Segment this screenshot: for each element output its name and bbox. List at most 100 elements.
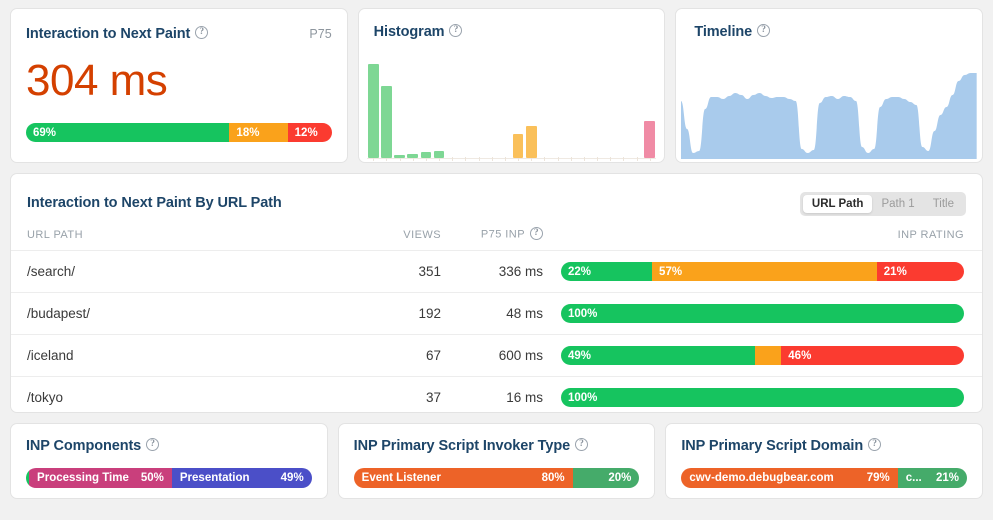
cell-p75-inp: 48 ms [441, 292, 561, 335]
histogram-tick [623, 157, 625, 161]
cell-url-path[interactable]: /iceland [11, 334, 311, 377]
table-row[interactable]: /iceland 67 600 ms 49% 46% [11, 334, 982, 377]
table-body: /search/351 336 ms 22% 57% 21%/budapest/192 4… [11, 250, 982, 413]
inp-rating-segment: 100% [561, 304, 964, 323]
inp-rating-segment: 49% [561, 346, 756, 365]
inp-rating-bar: 49% 46% [561, 346, 964, 365]
grouping-option-url-path[interactable]: URL Path [802, 194, 873, 213]
table-row[interactable]: /search/351 336 ms 22% 57% 21% [11, 250, 982, 293]
inp-rating-segment [755, 346, 782, 365]
histogram-bar [433, 151, 445, 158]
dashboard-page: Interaction to Next Paint P75 304 ms 69%… [0, 0, 993, 520]
cell-views: 192 [311, 292, 441, 335]
inp-domain-segment-label: cwv-demo.debugbear.com [689, 472, 834, 484]
cell-p75-inp: 16 ms [506, 390, 543, 405]
table-card-header: Interaction to Next Paint By URL Path UR… [11, 174, 982, 218]
inp-invoker-segment-label: Event Listener [361, 472, 441, 484]
percentile-label: P75 [309, 27, 332, 41]
inp-invoker-card: INP Primary Script Invoker Type Event Li… [337, 423, 656, 499]
histogram-tick [597, 157, 599, 161]
cell-inp-rating: 100% [561, 377, 982, 413]
inp-invoker-segment-percent: 20% [608, 472, 632, 484]
timeline-card: Timeline [675, 8, 984, 163]
histogram-bar [407, 154, 419, 158]
inp-rating-segment: 69% [26, 123, 230, 142]
inp-by-url-table-card: Interaction to Next Paint By URL Path UR… [10, 173, 983, 413]
histogram-tick [583, 157, 585, 161]
inp-domain-card: INP Primary Script Domain cwv-demo.debug… [665, 423, 984, 499]
histogram-bar [644, 120, 656, 158]
inp-rating-segment: 18% [229, 123, 288, 142]
table-title: Interaction to Next Paint By URL Path [27, 195, 282, 212]
inp-rating-segment: 100% [561, 388, 964, 407]
inp-components-bar: Processing Time 50% Presentation 49% [26, 468, 312, 488]
question-mark-icon[interactable] [195, 26, 209, 40]
histogram-card: Histogram [357, 8, 666, 163]
inp-domain-segment: c... 21% [897, 468, 968, 488]
histogram-bar [525, 125, 537, 158]
inp-invoker-bar: Event Listener 80% 20% [353, 468, 640, 488]
question-mark-icon[interactable] [530, 227, 543, 240]
table-row[interactable]: /budapest/192 48 ms 100% [11, 292, 982, 335]
inp-rating-bar: 22% 57% 21% [561, 262, 964, 281]
column-header-views[interactable]: VIEWS [311, 224, 441, 251]
grouping-toggle[interactable]: URL Path Path 1 Title [799, 191, 966, 216]
timeline-area-svg [681, 73, 978, 159]
inp-components-segment-label: Presentation [179, 472, 250, 484]
cell-inp-rating: 100% [561, 292, 982, 335]
histogram-chart [366, 57, 657, 162]
top-metrics-row: Interaction to Next Paint P75 304 ms 69%… [10, 8, 984, 163]
inp-invoker-title: INP Primary Script Invoker Type [353, 437, 571, 454]
timeline-area-path [681, 73, 978, 159]
grouping-option-title[interactable]: Title [924, 195, 963, 213]
inp-rating-segment: 21% [876, 262, 964, 281]
cell-url-path[interactable]: /search/ [11, 250, 311, 293]
cell-views: 351 [311, 250, 441, 293]
inp-components-segment-label: Processing Time [37, 472, 129, 484]
column-header-p75-inp-label: P75 INP [480, 228, 525, 241]
cell-views: 67 [311, 334, 441, 377]
inp-rating-segment: 46% [781, 346, 964, 365]
inp-domain-bar: cwv-demo.debugbear.com 79% c... 21% [681, 468, 968, 488]
histogram-tick [478, 157, 480, 161]
inp-rating-bar: 100% [561, 304, 964, 323]
bottom-metrics-row: INP Components Processing Time 50% Present… [10, 423, 984, 499]
inp-rating-segment: 12% [287, 123, 332, 142]
cell-url-path[interactable]: /budapest/ [11, 292, 311, 335]
column-header-url-path[interactable]: URL PATH [11, 224, 311, 251]
histogram-bar [394, 154, 405, 158]
grouping-option-path-1[interactable]: Path 1 [872, 195, 923, 213]
histogram-bar [381, 86, 392, 158]
inp-rating-segment: 22% [561, 262, 653, 281]
table-title-group: Interaction to Next Paint By URL Path [27, 195, 282, 213]
histogram-axis [366, 158, 657, 159]
table-header: URL PATH VIEWS P75 INP INP RATING [11, 224, 982, 251]
column-header-inp-rating[interactable]: INP RATING [561, 224, 982, 251]
inp-title-group: Interaction to Next Paint [26, 25, 209, 43]
inp-components-segment: Processing Time 50% [29, 468, 172, 488]
inp-components-title: INP Components [26, 437, 142, 454]
inp-components-card: INP Components Processing Time 50% Present… [10, 423, 328, 499]
inp-domain-segment: cwv-demo.debugbear.com 79% [681, 468, 898, 488]
cell-url-path[interactable]: /tokyo [11, 377, 311, 413]
cell-p75-inp: 600 ms [441, 334, 561, 377]
inp-rating-bar: 100% [561, 388, 964, 407]
question-mark-icon[interactable] [868, 438, 882, 452]
timeline-chart [681, 59, 978, 159]
question-mark-icon[interactable] [449, 24, 463, 38]
column-header-p75-inp[interactable]: P75 INP [441, 224, 561, 251]
table-row[interactable]: /tokyo 37 16 ms 100% [11, 377, 982, 413]
question-mark-icon[interactable] [757, 24, 771, 38]
question-mark-icon[interactable] [146, 438, 160, 452]
histogram-tick [570, 157, 572, 161]
question-mark-icon[interactable] [575, 438, 589, 452]
table-header-row: URL PATH VIEWS P75 INP INP RATING [11, 224, 982, 251]
histogram-title: Histogram [373, 23, 445, 40]
inp-domain-title: INP Primary Script Domain [681, 437, 864, 454]
inp-invoker-segment: 20% [572, 468, 640, 488]
inp-value: 304 ms [26, 56, 168, 105]
histogram-bar [367, 63, 379, 158]
histogram-bar [420, 152, 432, 158]
inp-card-header: Interaction to Next Paint P75 [26, 25, 332, 43]
cell-inp-rating: 22% 57% 21% [561, 250, 982, 293]
